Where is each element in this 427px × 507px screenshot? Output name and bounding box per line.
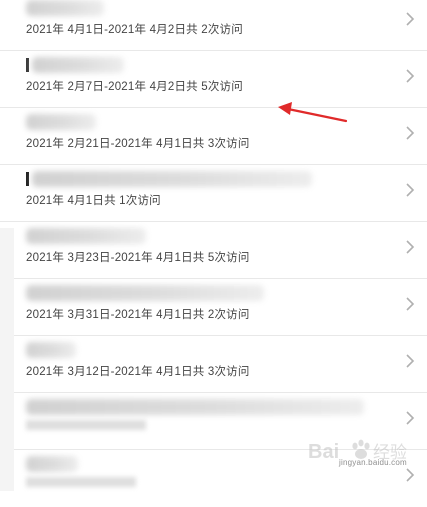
chevron-right-icon: [403, 69, 417, 83]
row-subtitle: 2021年 4月1日共 1次访问: [26, 195, 161, 207]
left-edge-shade: [0, 228, 14, 491]
visit-row-6[interactable]: 2021年 3月31日-2021年 4月1日共 2次访问: [0, 279, 427, 336]
row-title-blurred: [26, 114, 96, 130]
row-subtitle: 2021年 4月1日-2021年 4月2日共 2次访问: [26, 24, 243, 36]
chevron-right-icon: [403, 354, 417, 368]
row-subtitle: 2021年 2月7日-2021年 4月2日共 5次访问: [26, 81, 243, 93]
row-title-leading-glyph: [26, 172, 29, 186]
visit-row-2[interactable]: 2021年 2月7日-2021年 4月2日共 5次访问: [0, 51, 427, 108]
visit-row-3[interactable]: 2021年 2月21日-2021年 4月1日共 3次访问: [0, 108, 427, 165]
chevron-right-icon: [403, 297, 417, 311]
row-title-blurred: [26, 399, 364, 415]
chevron-right-icon: [403, 240, 417, 254]
row-title-blurred: [26, 285, 264, 301]
row-subtitle: 2021年 3月31日-2021年 4月1日共 2次访问: [26, 309, 250, 321]
row-subtitle: 2021年 2月21日-2021年 4月1日共 3次访问: [26, 138, 250, 150]
baidu-paw-logo: Bai 经验: [308, 439, 407, 463]
row-title-blurred: [26, 456, 78, 472]
visit-history-list: 2021年 4月1日-2021年 4月2日共 2次访问 2021年 2月7日-2…: [0, 0, 427, 491]
row-title-blurred: [26, 0, 104, 16]
watermark-domain: jingyan.baidu.com: [339, 458, 407, 467]
row-title-blurred: [32, 57, 124, 73]
visit-row-1[interactable]: 2021年 4月1日-2021年 4月2日共 2次访问: [0, 0, 427, 51]
chevron-right-icon: [403, 12, 417, 26]
row-title-leading-glyph: [26, 58, 29, 72]
row-subtitle-blurred: [26, 477, 136, 487]
svg-text:Bai: Bai: [308, 441, 339, 463]
row-title-blurred: [26, 342, 76, 358]
row-subtitle: 2021年 3月12日-2021年 4月1日共 3次访问: [26, 366, 250, 378]
chevron-right-icon: [403, 411, 417, 425]
row-subtitle: 2021年 3月23日-2021年 4月1日共 5次访问: [26, 252, 250, 264]
visit-row-7[interactable]: 2021年 3月12日-2021年 4月1日共 3次访问: [0, 336, 427, 393]
chevron-right-icon: [403, 183, 417, 197]
visit-row-4[interactable]: 2021年 4月1日共 1次访问: [0, 165, 427, 222]
row-title-blurred: [26, 228, 146, 244]
row-title-blurred: [32, 171, 312, 187]
row-subtitle-blurred: [26, 420, 146, 430]
visit-row-5[interactable]: 2021年 3月23日-2021年 4月1日共 5次访问: [0, 222, 427, 279]
chevron-right-icon: [403, 126, 417, 140]
